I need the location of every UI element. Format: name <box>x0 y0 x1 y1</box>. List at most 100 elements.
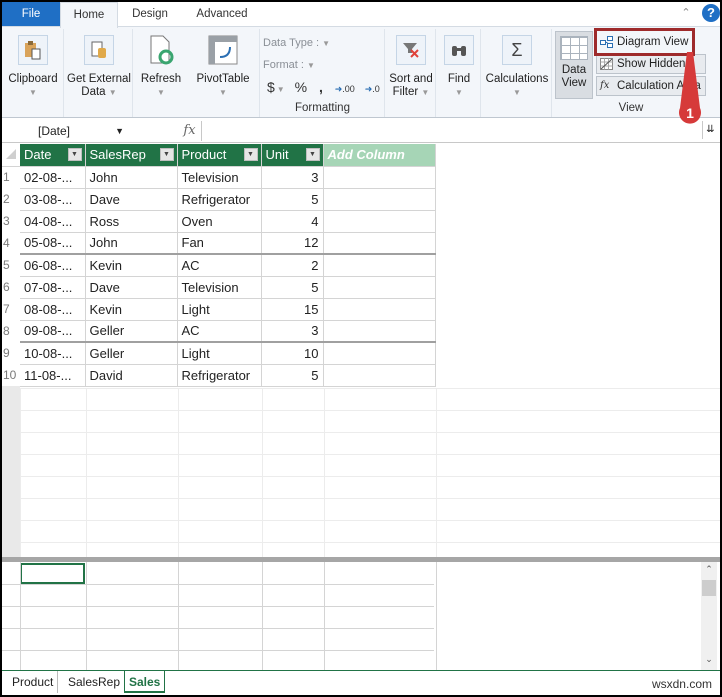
currency-format-button[interactable]: $ <box>267 79 275 95</box>
cell-date[interactable]: 03-08-... <box>20 188 86 211</box>
filter-dropdown-icon[interactable]: ▼ <box>67 148 82 161</box>
collapse-ribbon-icon[interactable]: ⌃ <box>678 5 694 21</box>
cell-salesrep[interactable]: Dave <box>85 276 178 299</box>
selected-calc-cell[interactable] <box>20 563 85 584</box>
column-header-unit[interactable]: Unit ▼ <box>261 144 324 167</box>
cell-salesrep[interactable]: Geller <box>85 342 178 365</box>
cell-salesrep[interactable]: Geller <box>85 320 178 343</box>
cell-unit[interactable]: 4 <box>261 210 324 233</box>
refresh-button[interactable]: Refresh ▼ <box>136 31 186 99</box>
table-row[interactable]: 9 10-08-... Geller Light 10 <box>2 342 436 365</box>
cell-product[interactable]: Refrigerator <box>177 364 262 387</box>
cell-product[interactable]: Refrigerator <box>177 188 262 211</box>
column-header-salesrep[interactable]: SalesRep ▼ <box>85 144 178 167</box>
table-row[interactable]: 8 09-08-... Geller AC 3 <box>2 320 436 343</box>
help-icon[interactable]: ? <box>702 4 720 22</box>
table-row[interactable]: 2 03-08-... Dave Refrigerator 5 <box>2 188 436 211</box>
filter-dropdown-icon[interactable]: ▼ <box>305 148 320 161</box>
cell-unit[interactable]: 3 <box>261 166 324 189</box>
cell-date[interactable]: 10-08-... <box>20 342 86 365</box>
cell-add-column[interactable] <box>323 232 436 255</box>
clipboard-button[interactable]: Clipboard ▼ <box>2 31 64 99</box>
cell-salesrep[interactable]: John <box>85 232 178 255</box>
increase-decimal-button[interactable]: ➜.00 <box>335 84 355 94</box>
cell-unit[interactable]: 2 <box>261 254 324 277</box>
expand-formula-icon[interactable]: ⇊ <box>702 121 718 139</box>
data-view-button[interactable]: Data View <box>555 31 593 99</box>
select-all-corner[interactable] <box>2 144 20 167</box>
sheet-tab-product[interactable]: Product <box>8 671 59 693</box>
cell-unit[interactable]: 5 <box>261 188 324 211</box>
scroll-down-icon[interactable]: ⌄ <box>701 654 717 668</box>
cell-add-column[interactable] <box>323 364 436 387</box>
tab-advanced[interactable]: Advanced <box>182 2 262 28</box>
cell-unit[interactable]: 15 <box>261 298 324 321</box>
tab-home[interactable]: Home <box>60 2 118 28</box>
cell-add-column[interactable] <box>323 210 436 233</box>
cell-date[interactable]: 02-08-... <box>20 166 86 189</box>
chevron-down-icon[interactable]: ▼ <box>115 121 124 141</box>
cell-salesrep[interactable]: Ross <box>85 210 178 233</box>
cell-unit[interactable]: 12 <box>261 232 324 255</box>
scroll-up-icon[interactable]: ⌃ <box>701 564 717 578</box>
sheet-tab-salesrep[interactable]: SalesRep <box>64 671 126 693</box>
cell-salesrep[interactable]: Kevin <box>85 254 178 277</box>
add-column-header[interactable]: Add Column <box>323 144 436 167</box>
table-row[interactable]: 4 05-08-... John Fan 12 <box>2 232 436 255</box>
cell-product[interactable]: AC <box>177 254 262 277</box>
table-row[interactable]: 1 02-08-... John Television 3 <box>2 166 436 189</box>
get-external-data-button[interactable]: Get External Data ▼ <box>65 31 133 99</box>
filter-dropdown-icon[interactable]: ▼ <box>159 148 174 161</box>
cell-date[interactable]: 04-08-... <box>20 210 86 233</box>
cell-add-column[interactable] <box>323 342 436 365</box>
cell-product[interactable]: Television <box>177 166 262 189</box>
formula-input[interactable] <box>204 121 700 141</box>
filter-dropdown-icon[interactable]: ▼ <box>243 148 258 161</box>
cell-add-column[interactable] <box>323 320 436 343</box>
cell-date[interactable]: 09-08-... <box>20 320 86 343</box>
cell-product[interactable]: AC <box>177 320 262 343</box>
percent-format-button[interactable]: % <box>295 79 307 95</box>
cell-unit[interactable]: 3 <box>261 320 324 343</box>
column-header-date[interactable]: Date ▼ <box>20 144 86 167</box>
table-row[interactable]: 10 11-08-... David Refrigerator 5 <box>2 364 436 387</box>
cell-product[interactable]: Light <box>177 342 262 365</box>
table-row[interactable]: 3 04-08-... Ross Oven 4 <box>2 210 436 233</box>
name-box[interactable]: [Date] ▼ <box>6 121 126 141</box>
fx-icon[interactable]: fx <box>178 121 202 141</box>
table-row[interactable]: 5 06-08-... Kevin AC 2 <box>2 254 436 277</box>
cell-product[interactable]: Fan <box>177 232 262 255</box>
cell-unit[interactable]: 10 <box>261 342 324 365</box>
cell-salesrep[interactable]: John <box>85 166 178 189</box>
find-button[interactable]: Find ▼ <box>437 31 481 99</box>
table-row[interactable]: 7 08-08-... Kevin Light 15 <box>2 298 436 321</box>
cell-add-column[interactable] <box>323 298 436 321</box>
cell-product[interactable]: Television <box>177 276 262 299</box>
cell-product[interactable]: Light <box>177 298 262 321</box>
format-dropdown[interactable]: Format : ▼ <box>263 59 315 71</box>
pivottable-button[interactable]: PivotTable ▼ <box>190 31 256 99</box>
cell-unit[interactable]: 5 <box>261 364 324 387</box>
comma-format-button[interactable]: , <box>319 79 323 95</box>
cell-product[interactable]: Oven <box>177 210 262 233</box>
cell-salesrep[interactable]: Dave <box>85 188 178 211</box>
cell-unit[interactable]: 5 <box>261 276 324 299</box>
cell-date[interactable]: 08-08-... <box>20 298 86 321</box>
sheet-tab-sales[interactable]: Sales <box>124 671 166 693</box>
cell-add-column[interactable] <box>323 188 436 211</box>
sort-filter-button[interactable]: Sort and Filter ▼ <box>386 31 436 99</box>
cell-date[interactable]: 11-08-... <box>20 364 86 387</box>
scroll-thumb[interactable] <box>702 580 716 596</box>
tab-file[interactable]: File <box>2 2 60 28</box>
table-row[interactable]: 6 07-08-... Dave Television 5 <box>2 276 436 299</box>
decrease-decimal-button[interactable]: ➜.0 <box>365 84 380 94</box>
cell-date[interactable]: 06-08-... <box>20 254 86 277</box>
calculations-button[interactable]: Σ Calculations ▼ <box>482 31 552 99</box>
cell-date[interactable]: 07-08-... <box>20 276 86 299</box>
cell-salesrep[interactable]: Kevin <box>85 298 178 321</box>
cell-salesrep[interactable]: David <box>85 364 178 387</box>
cell-add-column[interactable] <box>323 254 436 277</box>
data-type-dropdown[interactable]: Data Type : ▼ <box>263 37 330 49</box>
vertical-scrollbar[interactable]: ⌃ ⌄ <box>701 562 717 670</box>
cell-add-column[interactable] <box>323 276 436 299</box>
